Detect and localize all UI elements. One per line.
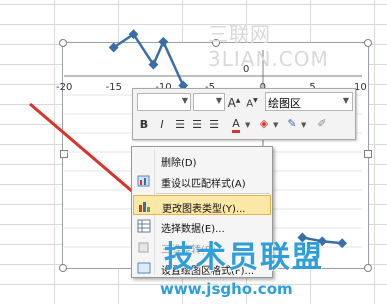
fill-color-icon[interactable]: ◈: [257, 117, 271, 131]
menu-item-change-chart-type[interactable]: 更改图表类型(Y)...: [133, 195, 271, 215]
format-icon: [137, 262, 151, 274]
chart-type-icon: [139, 202, 150, 212]
format-painter-icon[interactable]: ✐: [315, 117, 329, 131]
font-name-select[interactable]: ▼: [137, 93, 191, 111]
bold-button[interactable]: B: [137, 118, 151, 132]
rotate-icon: [138, 242, 149, 253]
reset-icon: [137, 175, 150, 187]
grow-font-button[interactable]: A▲: [227, 94, 241, 110]
chart-element-select[interactable]: 绘图区 ▼: [265, 92, 353, 111]
font-size-select[interactable]: ▼: [193, 93, 225, 111]
align-right-icon[interactable]: ☰: [207, 118, 221, 132]
shrink-font-button[interactable]: A▼: [245, 94, 259, 109]
chevron-down-icon: ▼: [181, 96, 188, 105]
align-center-icon[interactable]: ☰: [173, 118, 187, 132]
x-tick-label: -20: [56, 82, 72, 93]
watermark-logo: 技术员联盟: [164, 240, 324, 275]
menu-separator: [156, 193, 270, 194]
select-data-icon: [137, 219, 151, 233]
watermark-3lian: 三联网 3LIAN.COM: [208, 22, 329, 71]
chevron-down-icon[interactable]: ▼: [301, 121, 306, 129]
chevron-down-icon: ▼: [342, 96, 349, 105]
chevron-down-icon: ▼: [215, 96, 222, 105]
menu-item-reset-style[interactable]: 重设以匹配样式(A): [133, 171, 271, 191]
x-tick-label: -15: [106, 82, 122, 93]
font-color-button[interactable]: A: [229, 117, 243, 133]
outline-color-icon[interactable]: ✎: [285, 117, 299, 131]
italic-button[interactable]: I: [155, 118, 169, 132]
menu-item-delete[interactable]: 删除(D): [133, 150, 271, 170]
chevron-down-icon[interactable]: ▼: [245, 121, 250, 129]
data-point[interactable]: [158, 36, 169, 47]
mini-toolbar: ▼ ▼ A▲ A▼ 绘图区 ▼ B I ☰ ☰ ☰ A ▼ ◈ ▼ ✎ ▼ ✐: [132, 88, 356, 140]
chevron-down-icon[interactable]: ▼: [273, 121, 278, 129]
series-line: [112, 32, 185, 87]
watermark-url: www.jsgho.com: [160, 280, 293, 298]
align-middle-icon[interactable]: ☰: [190, 118, 204, 132]
